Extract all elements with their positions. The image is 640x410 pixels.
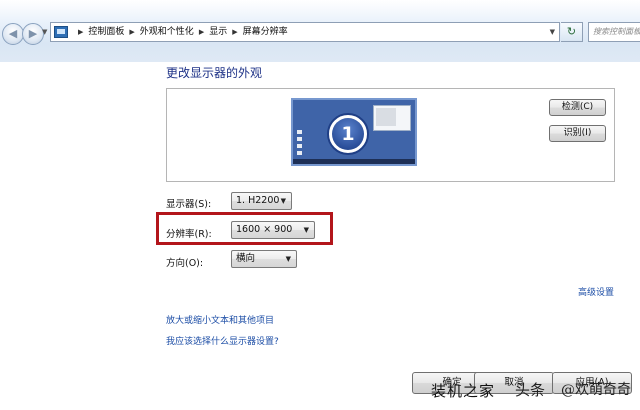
orientation-label: 方向(O): <box>166 258 204 269</box>
address-dropdown-icon[interactable]: ▼ <box>550 23 555 41</box>
chevron-down-icon: ▼ <box>280 197 286 205</box>
window-thumbnail <box>373 105 411 131</box>
monitor-preview-panel: 1 检测(C) 识别(I) <box>166 88 615 182</box>
explorer-toolbar: ◀ ▶ ▼ ▶ 控制面板 ▶ 外观和个性化 ▶ 显示 ▶ 屏幕分辨率 ▼ ↻ 搜索控制面板 <box>0 0 640 62</box>
breadcrumb: ▶ 控制面板 ▶ 外观和个性化 ▶ 显示 ▶ 屏幕分辨率 <box>73 23 288 41</box>
identify-button[interactable]: 识别(I) <box>549 125 606 142</box>
resolution-select-value: 1600 × 900 <box>236 224 293 235</box>
breadcrumb-separator-icon[interactable]: ▶ <box>227 28 242 36</box>
orientation-select[interactable]: 横向 ▼ <box>231 250 297 268</box>
forward-arrow-icon: ▶ <box>28 27 38 40</box>
watermark-site: 装机之家 <box>431 382 496 400</box>
breadcrumb-separator-icon[interactable]: ▶ <box>194 28 209 36</box>
text-size-link[interactable]: 放大或缩小文本和其他项目 <box>166 313 274 326</box>
forward-button[interactable]: ▶ <box>22 23 44 45</box>
orientation-select-value: 横向 <box>236 253 256 264</box>
history-dropdown-icon[interactable]: ▼ <box>42 28 47 36</box>
address-bar[interactable]: ▶ 控制面板 ▶ 外观和个性化 ▶ 显示 ▶ 屏幕分辨率 ▼ <box>50 22 560 42</box>
page-title: 更改显示器的外观 <box>166 66 263 80</box>
chevron-down-icon: ▼ <box>303 226 309 234</box>
back-button[interactable]: ◀ <box>2 23 24 45</box>
breadcrumb-screen-resolution[interactable]: 屏幕分辨率 <box>243 27 288 37</box>
desktop-icons <box>297 130 307 160</box>
taskbar-thumbnail <box>293 159 415 164</box>
watermark-author: @欢萌奇奇 <box>561 382 631 398</box>
refresh-icon: ↻ <box>566 25 577 38</box>
resolution-select[interactable]: 1600 × 900 ▼ <box>231 221 315 239</box>
control-panel-icon <box>54 26 68 38</box>
breadcrumb-separator-icon[interactable]: ▶ <box>73 28 88 36</box>
chevron-down-icon: ▼ <box>285 255 291 263</box>
monitor-number: 1 <box>332 118 364 150</box>
breadcrumb-control-panel[interactable]: 控制面板 <box>88 27 124 37</box>
advanced-settings-link[interactable]: 高级设置 <box>578 285 614 298</box>
watermark-platform: 头条 <box>515 381 546 399</box>
display-settings-help-link[interactable]: 我应该选择什么显示器设置? <box>166 334 279 347</box>
detect-button[interactable]: 检测(C) <box>549 99 606 116</box>
breadcrumb-appearance[interactable]: 外观和个性化 <box>140 27 194 37</box>
breadcrumb-separator-icon[interactable]: ▶ <box>124 28 139 36</box>
monitor-thumbnail[interactable]: 1 <box>291 98 417 166</box>
display-select-value: 1. H2200 <box>236 195 280 206</box>
search-input[interactable]: 搜索控制面板 <box>588 22 640 42</box>
monitor-number-badge: 1 <box>327 113 369 155</box>
back-arrow-icon: ◀ <box>8 27 18 40</box>
watermark: 装机之家 头条 @欢萌奇奇 <box>425 376 640 404</box>
display-label: 显示器(S): <box>166 199 212 210</box>
resolution-label: 分辨率(R): <box>166 229 212 240</box>
display-select[interactable]: 1. H2200 ▼ <box>231 192 292 210</box>
breadcrumb-display[interactable]: 显示 <box>209 27 227 37</box>
refresh-button[interactable]: ↻ <box>561 22 583 42</box>
